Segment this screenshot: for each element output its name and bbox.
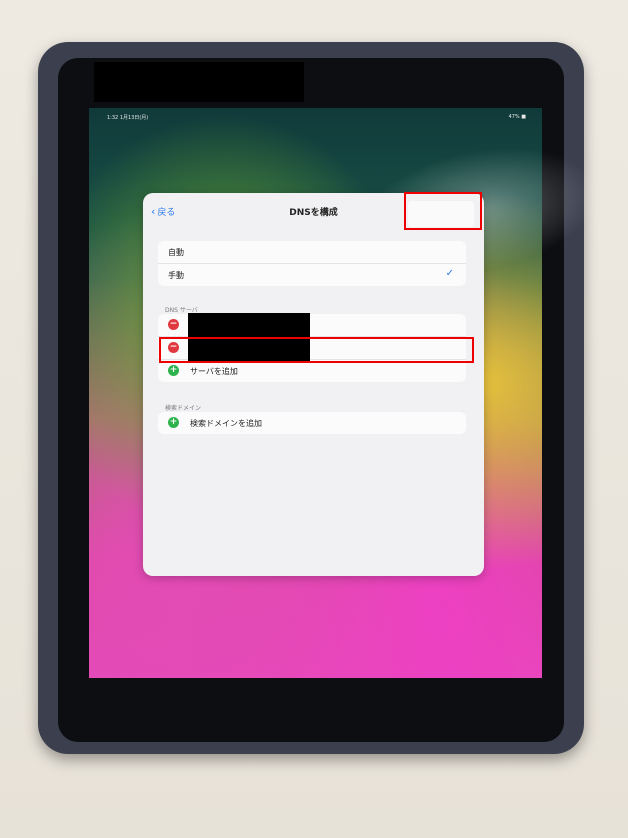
search-domains-group: + 検索ドメインを追加 xyxy=(158,412,466,434)
add-server-label: サーバを追加 xyxy=(190,367,238,376)
battery-indicator: 47% ■ xyxy=(508,114,526,120)
option-manual[interactable]: 手動 ✓ xyxy=(158,264,466,286)
checkmark-icon: ✓ xyxy=(445,268,454,279)
add-plus-icon: + xyxy=(168,365,179,376)
status-time: 1:32 1月13日(月) xyxy=(107,115,149,121)
annotation-highlight-box xyxy=(159,337,474,363)
config-mode-group: 自動 手動 ✓ xyxy=(158,241,466,286)
add-search-domain-label: 検索ドメインを追加 xyxy=(190,419,262,428)
add-server-row[interactable]: + サーバを追加 xyxy=(158,360,466,382)
dns-settings-sheet: ‹ 戻る DNSを構成 自動 手動 ✓ DNS サーバ − − + サーバを追加 … xyxy=(143,193,484,576)
option-automatic[interactable]: 自動 xyxy=(158,241,466,264)
annotation-highlight-box xyxy=(404,192,482,230)
status-bar: 1:32 1月13日(月) 47% ■ xyxy=(95,112,536,122)
redaction-bar xyxy=(94,62,304,102)
option-automatic-label: 自動 xyxy=(168,248,184,257)
search-domains-header: 検索ドメイン xyxy=(165,405,202,412)
add-plus-icon: + xyxy=(168,417,179,428)
option-manual-label: 手動 xyxy=(168,271,184,280)
delete-minus-icon[interactable]: − xyxy=(168,319,179,330)
add-search-domain-row[interactable]: + 検索ドメインを追加 xyxy=(158,412,466,434)
